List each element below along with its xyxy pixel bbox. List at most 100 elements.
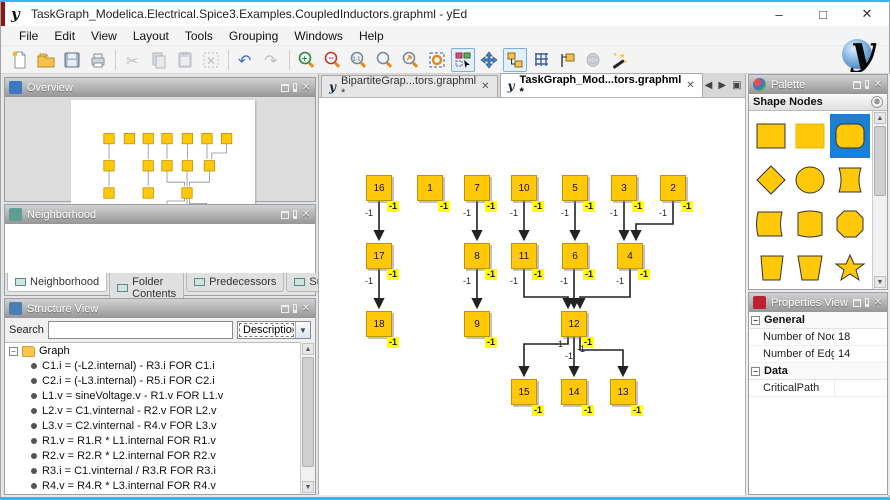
delete-icon[interactable]: ✕: [199, 48, 223, 72]
tab-prev-button[interactable]: ◀: [705, 80, 713, 91]
collapse-icon[interactable]: −: [9, 347, 18, 356]
minimize-button[interactable]: –: [757, 2, 801, 26]
tab-predecessors[interactable]: Predecessors: [186, 273, 284, 292]
menu-grouping[interactable]: Grouping: [221, 27, 286, 45]
menu-file[interactable]: File: [11, 27, 46, 45]
scroll-down-icon[interactable]: ▼: [302, 481, 314, 493]
menu-view[interactable]: View: [83, 27, 125, 45]
cut-icon[interactable]: ✂: [121, 48, 145, 72]
close-icon[interactable]: ✕: [301, 210, 311, 220]
property-group[interactable]: −Data: [749, 363, 887, 380]
graph-node-6[interactable]: 6: [562, 243, 588, 269]
palette-shape-rectangle[interactable]: [751, 114, 791, 158]
structure-scrollbar[interactable]: ▲ ▼: [300, 342, 315, 494]
scroll-up-icon[interactable]: ▲: [874, 112, 886, 124]
graph-node-10[interactable]: 10: [511, 175, 537, 201]
scroll-thumb[interactable]: [874, 126, 886, 196]
palette-shape-star[interactable]: [830, 246, 870, 289]
tree-item[interactable]: L3.v = C2.vinternal - R4.v FOR L3.v: [5, 418, 300, 433]
tree-item[interactable]: R1.v = R1.R * L1.internal FOR R1.v: [5, 433, 300, 448]
graph-node-5[interactable]: 5: [562, 175, 588, 201]
undock-icon[interactable]: [281, 305, 289, 313]
palette-section-header[interactable]: Shape Nodes ⊗: [749, 94, 887, 111]
scroll-thumb[interactable]: [302, 357, 314, 467]
paste-icon[interactable]: [173, 48, 197, 72]
property-row[interactable]: CriticalPath: [749, 380, 887, 397]
tab-neighborhood[interactable]: Neighborhood: [7, 273, 107, 292]
menu-windows[interactable]: Windows: [286, 27, 351, 45]
tree-item[interactable]: C2.i = (-L3.internal) - R5.i FOR C2.i: [5, 373, 300, 388]
close-icon[interactable]: ✕: [301, 83, 311, 93]
tree-item[interactable]: R5.i = C2.vinternal / R5.R FOR R5.i: [5, 493, 300, 494]
structure-view-header[interactable]: Structure View ✕: [5, 299, 315, 318]
palette-scrollbar[interactable]: ▲ ▼: [872, 111, 887, 289]
graph-canvas[interactable]: 16-11-17-110-15-13-12-117-18-111-16-14-1…: [319, 99, 745, 495]
palette-shape-wave-rect-left[interactable]: [751, 202, 791, 246]
scroll-up-icon[interactable]: ▲: [302, 343, 314, 355]
close-icon[interactable]: ✕: [301, 304, 311, 314]
menu-tools[interactable]: Tools: [177, 27, 221, 45]
document-tab[interactable]: yTaskGraph_Mod...tors.graphml *✕: [500, 73, 703, 97]
zoom-1-1-icon[interactable]: 1-1: [347, 48, 371, 72]
palette-shape-round-rectangle[interactable]: [830, 114, 870, 158]
tree-item[interactable]: L2.v = C1.vinternal - R2.v FOR L2.v: [5, 403, 300, 418]
graph-node-14[interactable]: 14: [561, 379, 587, 405]
graph-node-12[interactable]: 12: [561, 311, 587, 337]
overview-panel-header[interactable]: Overview ✕: [5, 78, 315, 97]
neighborhood-panel-header[interactable]: Neighborhood ✕: [5, 205, 315, 224]
chevron-down-icon[interactable]: ▼: [295, 322, 310, 338]
palette-shape-ellipse[interactable]: [791, 158, 831, 202]
collapse-icon[interactable]: −: [751, 316, 760, 325]
graph-node-3[interactable]: 3: [611, 175, 637, 201]
close-button[interactable]: ✕: [845, 2, 889, 26]
graph-node-9[interactable]: 9: [464, 311, 490, 337]
layout-icon[interactable]: [503, 48, 527, 72]
tree-item[interactable]: R3.i = C1.vinternal / R3.R FOR R3.i: [5, 463, 300, 478]
tab-close-icon[interactable]: ✕: [481, 81, 489, 92]
tab-list-button[interactable]: ▣: [732, 80, 741, 91]
zoom-out-icon[interactable]: −: [321, 48, 345, 72]
tree-item[interactable]: C1.i = (-L2.internal) - R3.i FOR C1.i: [5, 358, 300, 373]
pin-icon[interactable]: [293, 304, 297, 313]
print-icon[interactable]: [86, 48, 110, 72]
close-icon[interactable]: ✕: [873, 80, 883, 90]
zoom-in-icon[interactable]: +: [295, 48, 319, 72]
menu-layout[interactable]: Layout: [125, 27, 177, 45]
menu-help[interactable]: Help: [351, 27, 392, 45]
undock-icon[interactable]: [853, 299, 861, 307]
graph-node-4[interactable]: 4: [617, 243, 643, 269]
graph-node-2[interactable]: 2: [660, 175, 686, 201]
zoom-area-icon[interactable]: [373, 48, 397, 72]
graph-node-16[interactable]: 16: [366, 175, 392, 201]
undock-icon[interactable]: [281, 211, 289, 219]
palette-header[interactable]: Palette ✕: [749, 75, 887, 94]
palette-shape-octagon[interactable]: [830, 202, 870, 246]
group-icon[interactable]: [581, 48, 605, 72]
grid-icon[interactable]: [529, 48, 553, 72]
tab-next-button[interactable]: ▶: [718, 80, 726, 91]
tree-item[interactable]: R2.v = R2.R * L2.internal FOR R2.v: [5, 448, 300, 463]
properties-header[interactable]: Properties View ✕: [749, 293, 887, 312]
maximize-button[interactable]: □: [801, 2, 845, 26]
document-tab[interactable]: yBipartiteGrap...tors.graphml *✕: [321, 75, 498, 97]
graph-node-8[interactable]: 8: [464, 243, 490, 269]
palette-shape-rectangle-plain[interactable]: [791, 114, 831, 158]
section-collapse-icon[interactable]: ⊗: [871, 96, 883, 108]
collapse-icon[interactable]: −: [751, 367, 760, 376]
palette-shape-wave-rect-right[interactable]: [830, 158, 870, 202]
pan-mode-icon[interactable]: [477, 48, 501, 72]
property-row[interactable]: Number of Nodes18: [749, 329, 887, 346]
undock-icon[interactable]: [281, 84, 289, 92]
filter-dropdown[interactable]: Description ▼: [237, 321, 311, 339]
new-file-icon[interactable]: [8, 48, 32, 72]
graph-node-1[interactable]: 1: [417, 175, 443, 201]
property-row[interactable]: Number of Edges14: [749, 346, 887, 363]
palette-shape-wave-rect-both[interactable]: [791, 202, 831, 246]
pin-icon[interactable]: [865, 298, 869, 307]
graph-node-11[interactable]: 11: [511, 243, 537, 269]
pin-icon[interactable]: [293, 83, 297, 92]
edge-11-12[interactable]: [524, 269, 568, 307]
close-icon[interactable]: ✕: [873, 298, 883, 308]
pin-icon[interactable]: [293, 210, 297, 219]
edge-label-icon[interactable]: [555, 48, 579, 72]
